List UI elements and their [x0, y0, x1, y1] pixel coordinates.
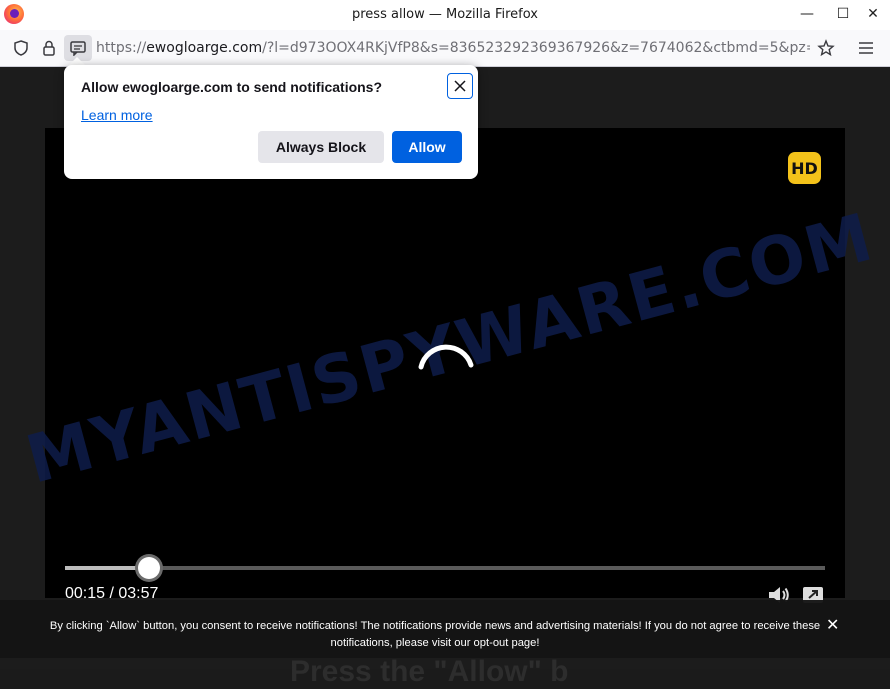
consent-text: By clicking `Allow` button, you consent …	[49, 620, 821, 649]
progress-bar[interactable]	[65, 557, 825, 579]
close-window-button[interactable]: ✕	[862, 3, 884, 25]
maximize-button[interactable]: ☐	[832, 3, 854, 25]
url-host: ewogloarge.com	[146, 40, 263, 56]
lock-icon[interactable]	[39, 38, 59, 58]
always-block-button[interactable]: Always Block	[258, 131, 384, 163]
minimize-button[interactable]: —	[796, 3, 818, 25]
popup-message: Allow ewogloarge.com to send notificatio…	[81, 79, 383, 95]
url-path: /?l=d973OOX4RKjVfP8&s=836523292369367926…	[262, 40, 810, 56]
spinner-icon	[415, 343, 475, 403]
star-icon[interactable]	[816, 38, 836, 58]
window-title: press allow — Mozilla Firefox	[352, 7, 538, 22]
consent-close-button[interactable]: ✕	[826, 615, 839, 634]
url-prefix: https://	[96, 40, 147, 56]
learn-more-link[interactable]: Learn more	[81, 107, 153, 123]
url-bar[interactable]: https://ewogloarge.com/?l=d973OOX4RKjVfP…	[96, 37, 810, 59]
allow-button[interactable]: Allow	[392, 131, 462, 163]
menu-icon[interactable]	[856, 38, 876, 58]
title-bar: press allow — Mozilla Firefox — ☐ ✕	[0, 0, 890, 30]
nav-bar: https://ewogloarge.com/?l=d973OOX4RKjVfP…	[0, 30, 890, 67]
shield-icon[interactable]	[11, 38, 31, 58]
close-icon	[454, 80, 466, 92]
hd-badge[interactable]: HD	[788, 152, 821, 184]
progress-handle[interactable]	[137, 557, 160, 579]
progress-fill	[65, 566, 149, 570]
bottom-heading: Press the "Allow" b	[290, 655, 569, 688]
popup-close-button[interactable]	[447, 73, 473, 99]
